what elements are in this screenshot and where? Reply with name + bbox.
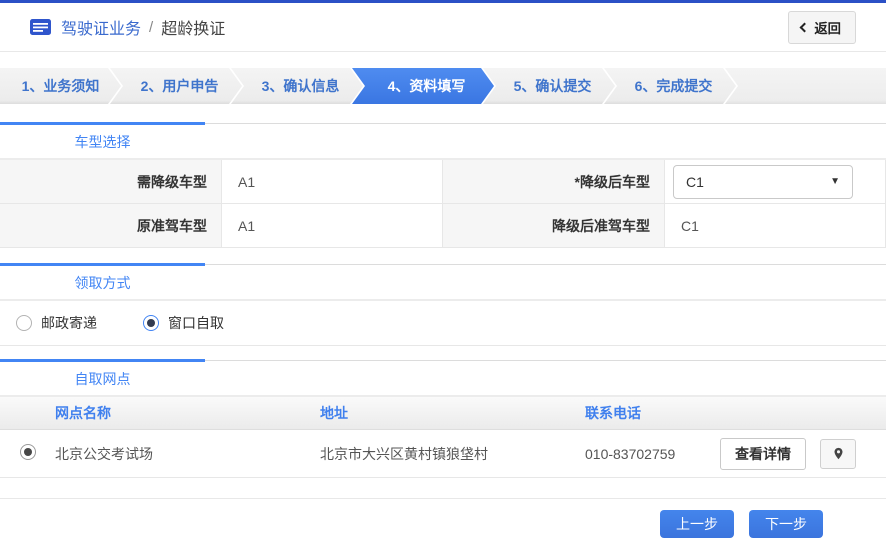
step-tab-6[interactable]: 6、完成提交 [604, 68, 736, 104]
field-value-class-after: C1 [665, 204, 886, 248]
page-header: 驾驶证业务 / 超龄换证 返回 [0, 3, 886, 52]
outlet-name: 北京公交考试场 [55, 444, 320, 464]
step-tab-1[interactable]: 1、业务须知 [0, 68, 121, 104]
field-label-class-after: 降级后准驾车型 [443, 204, 665, 248]
radio-option-window-pickup-label: 窗口自取 [168, 313, 224, 333]
breadcrumb-secondary: 超龄换证 [161, 15, 225, 39]
section-header-rule [205, 123, 886, 158]
outlet-radio-cell [0, 444, 55, 463]
step-tab-2[interactable]: 2、用户申告 [110, 68, 242, 104]
radio-option-window-pickup[interactable]: 窗口自取 [143, 313, 224, 333]
next-step-button[interactable]: 下一步 [749, 510, 823, 538]
radio-selected-icon[interactable] [143, 315, 159, 331]
vehicle-type-section: 车型选择 需降级车型 A1 *降级后车型 C1 ▼ 原准驾车型 A1 降级后准驾… [0, 122, 886, 248]
outlet-actions: 查看详情 [720, 438, 886, 470]
vehicle-section-title: 车型选择 [0, 122, 205, 158]
field-value-original-class: A1 [222, 204, 443, 248]
radio-option-postal[interactable]: 邮政寄递 [16, 313, 97, 333]
pickup-method-section: 领取方式 邮政寄递 窗口自取 [0, 263, 886, 346]
step-bar-filler [725, 68, 886, 104]
wizard-footer: 上一步 下一步 [0, 498, 886, 538]
downgrade-target-selected-value: C1 [686, 174, 704, 190]
section-header-rule [205, 360, 886, 395]
vehicle-section-header: 车型选择 [0, 122, 886, 159]
chevron-left-icon [800, 22, 810, 32]
outlet-address: 北京市大兴区黄村镇狼垡村 [320, 444, 585, 464]
step-tab-5[interactable]: 5、确认提交 [483, 68, 615, 104]
location-pin-icon [832, 446, 845, 461]
step-tab-3[interactable]: 3、确认信息 [231, 68, 363, 104]
breadcrumb-separator: / [149, 19, 153, 36]
back-button-label: 返回 [814, 18, 841, 37]
vehicle-form: 需降级车型 A1 *降级后车型 C1 ▼ 原准驾车型 A1 降级后准驾车型 C1 [0, 159, 886, 248]
outlets-section-title: 自取网点 [0, 359, 205, 395]
field-label-downgrade-from: 需降级车型 [0, 160, 222, 204]
column-header-phone: 联系电话 [585, 403, 720, 423]
step-tab-4-active[interactable]: 4、资料填写 [352, 68, 494, 104]
outlets-table-header: 网点名称 地址 联系电话 [0, 396, 886, 430]
field-label-downgrade-to: *降级后车型 [443, 160, 665, 204]
pickup-section-header: 领取方式 [0, 263, 886, 300]
chevron-down-icon: ▼ [830, 176, 840, 187]
outlets-section-header: 自取网点 [0, 359, 886, 396]
map-location-button[interactable] [820, 439, 856, 469]
previous-step-button[interactable]: 上一步 [660, 510, 734, 538]
pickup-section-title: 领取方式 [0, 263, 205, 299]
field-value-downgrade-from: A1 [222, 160, 443, 204]
radio-option-postal-label: 邮政寄递 [41, 313, 97, 333]
pickup-options-row: 邮政寄递 窗口自取 [0, 300, 886, 346]
field-label-original-class: 原准驾车型 [0, 204, 222, 248]
column-header-address: 地址 [320, 403, 585, 423]
outlet-row-radio-selected[interactable] [20, 444, 36, 460]
outlet-table-row: 北京公交考试场 北京市大兴区黄村镇狼垡村 010-83702759 查看详情 [0, 430, 886, 478]
column-header-name: 网点名称 [55, 403, 320, 423]
radio-unselected-icon[interactable] [16, 315, 32, 331]
outlet-phone: 010-83702759 [585, 446, 720, 462]
breadcrumb-primary[interactable]: 驾驶证业务 [61, 15, 141, 39]
back-button[interactable]: 返回 [788, 11, 856, 44]
pickup-outlets-section: 自取网点 网点名称 地址 联系电话 北京公交考试场 北京市大兴区黄村镇狼垡村 0… [0, 359, 886, 478]
id-card-icon [30, 19, 51, 35]
downgrade-target-select[interactable]: C1 ▼ [673, 165, 853, 199]
step-wizard: 1、业务须知 2、用户申告 3、确认信息 4、资料填写 5、确认提交 6、完成提… [0, 68, 886, 104]
view-details-button[interactable]: 查看详情 [720, 438, 806, 470]
section-header-rule [205, 264, 886, 299]
field-cell-downgrade-to: C1 ▼ [665, 160, 886, 204]
